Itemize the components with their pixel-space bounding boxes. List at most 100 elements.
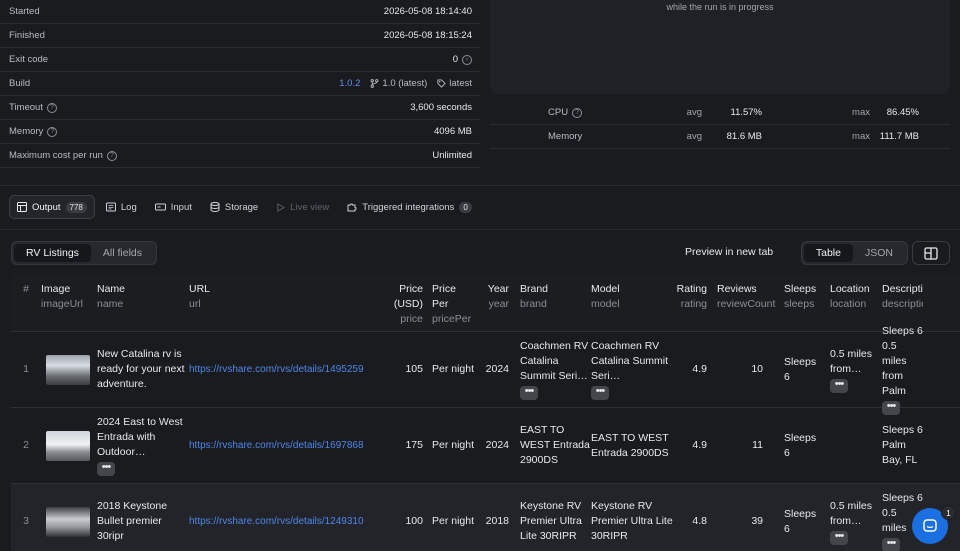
- stat-label: Build: [9, 78, 31, 89]
- preview-in-new-tab-link[interactable]: Preview in new tab: [685, 246, 773, 258]
- build-tag: 1.0 (latest): [370, 78, 427, 89]
- help-icon[interactable]: ?: [572, 107, 583, 118]
- usage-name-wrap: CPU ?: [490, 107, 650, 118]
- model-cell: Coachmen RV Catalina Summit Seri… •••: [591, 339, 673, 400]
- col-header-name[interactable]: Name name: [97, 274, 189, 331]
- stat-build: Build 1.0.2 1.0 (latest) latest: [0, 72, 481, 96]
- location-cell: 0.5 miles from… •••: [818, 347, 873, 393]
- expand-more-button[interactable]: •••: [830, 530, 848, 545]
- table-row[interactable]: 2 2024 East to West Entrada with Outdoor…: [11, 408, 960, 484]
- col-header-url[interactable]: URL url: [189, 274, 391, 331]
- col-header-image[interactable]: Image imageUrl: [41, 274, 97, 331]
- description-cell: Sleeps 6 Palm Bay, FL: [882, 424, 923, 466]
- brand-cell: Keystone RV Premier Ultra Lite 30RIPR: [520, 500, 582, 542]
- view-all-fields-button[interactable]: All fields: [91, 244, 154, 262]
- col-header-reviews[interactable]: Reviews reviewCount: [707, 274, 775, 331]
- panel-message: while the run is in progress: [666, 2, 774, 12]
- col-title: Location: [830, 283, 870, 295]
- col-header-description[interactable]: Description description: [873, 274, 923, 331]
- tab-triggered-integrations[interactable]: Triggered integrations 0: [340, 195, 479, 219]
- col-header-model[interactable]: Model model: [591, 274, 673, 331]
- view-rv-listings-button[interactable]: RV Listings: [14, 244, 91, 262]
- usage-name: Memory: [548, 131, 583, 142]
- stat-value: 0: [452, 54, 458, 65]
- tab-input[interactable]: Input: [148, 195, 199, 219]
- col-header-rating[interactable]: Rating rating: [673, 274, 707, 331]
- listing-url-link[interactable]: https://rvshare.com/rvs/details/1697868: [189, 440, 364, 451]
- description-cell: Sleeps 6 0.5 miles from Palm •••: [873, 324, 923, 415]
- expand-more-button[interactable]: •••: [591, 386, 609, 400]
- stat-value-wrap: 1.0.2 1.0 (latest) latest: [339, 78, 472, 89]
- col-title: Model: [591, 283, 620, 295]
- expand-more-button[interactable]: •••: [830, 378, 848, 393]
- usage-max-label: max: [852, 107, 870, 118]
- col-header-location[interactable]: Location location: [818, 274, 873, 331]
- format-json-button[interactable]: JSON: [853, 244, 905, 262]
- price-cell: 100: [405, 515, 423, 527]
- input-icon: [154, 203, 166, 211]
- col-header-price[interactable]: Price (USD) price: [391, 274, 423, 331]
- stat-timeout: Timeout ? 3,600 seconds: [0, 96, 481, 120]
- col-header-year[interactable]: Year year: [475, 274, 509, 331]
- help-icon[interactable]: ?: [46, 102, 57, 113]
- usage-max-label: max: [852, 131, 870, 142]
- usage-max-value: 86.45%: [886, 107, 919, 118]
- col-title: Reviews: [717, 283, 757, 295]
- tab-storage[interactable]: Storage: [203, 195, 265, 219]
- image-cell: [41, 506, 97, 537]
- expand-more-button[interactable]: •••: [882, 401, 900, 415]
- help-icon[interactable]: ?: [47, 126, 58, 137]
- layout-toggle-button[interactable]: [912, 241, 950, 265]
- table-row[interactable]: 3 2018 Keystone Bullet premier 30ripr ht…: [11, 484, 960, 551]
- expand-more-button[interactable]: •••: [97, 462, 115, 476]
- resource-chart-panel: while the run is in progress: [490, 0, 950, 94]
- table-row[interactable]: 1 New Catalina rv is ready for your next…: [11, 325, 960, 415]
- tab-log[interactable]: Log: [99, 195, 144, 219]
- rv-thumbnail[interactable]: [46, 506, 90, 537]
- build-version-link[interactable]: 1.0.2: [339, 78, 360, 89]
- col-title: Name: [97, 283, 126, 295]
- expand-more-button[interactable]: •••: [520, 386, 538, 400]
- url-cell: https://rvshare.com/rvs/details/1697868: [189, 438, 391, 453]
- col-title: URL: [189, 283, 211, 295]
- location-cell: 0.5 miles from… •••: [818, 499, 873, 545]
- year-cell: 2024: [485, 363, 509, 375]
- format-table-button[interactable]: Table: [803, 244, 853, 262]
- tag-icon: [437, 79, 447, 88]
- name-cell: New Catalina rv is ready for your next a…: [97, 348, 185, 390]
- tab-output[interactable]: Output 778: [9, 195, 95, 219]
- description-text: Sleeps 6 0.5 miles from Palm: [882, 325, 923, 397]
- col-field: location: [830, 298, 867, 310]
- year-cell: 2024: [485, 439, 509, 451]
- col-header-sleeps[interactable]: Sleeps sleeps: [772, 274, 818, 331]
- rv-thumbnail[interactable]: [46, 354, 90, 385]
- rv-thumbnail[interactable]: [46, 430, 90, 461]
- stat-label-wrap: Timeout ?: [9, 102, 57, 113]
- col-title: Brand: [520, 283, 549, 295]
- database-icon: [210, 202, 220, 212]
- price-per-cell: Per night: [432, 515, 475, 527]
- info-icon[interactable]: ›: [462, 54, 472, 65]
- expand-more-button[interactable]: •••: [882, 538, 900, 551]
- year-cell: 2018: [485, 515, 509, 527]
- col-header-index: #: [11, 274, 41, 331]
- stat-started: Started 2026-05-08 18:14:40: [0, 0, 481, 24]
- col-title: Year: [487, 283, 509, 295]
- col-field: sleeps: [784, 298, 815, 310]
- run-stats: Started 2026-05-08 18:14:40 Finished 202…: [0, 0, 481, 168]
- col-header-price-per[interactable]: Price Per pricePer: [423, 274, 475, 331]
- reviews-cell: 11: [752, 439, 763, 451]
- col-header-brand[interactable]: Brand brand: [509, 274, 591, 331]
- usage-row-cpu: CPU ? avg 11.57% max 86.45%: [490, 101, 950, 125]
- listing-url-link[interactable]: https://rvshare.com/rvs/details/1495259: [189, 364, 364, 375]
- name-cell: 2018 Keystone Bullet premier 30ripr: [97, 500, 168, 542]
- url-cell: https://rvshare.com/rvs/details/1495259: [189, 362, 391, 377]
- divider: [0, 229, 960, 230]
- brand-text: Coachmen RV Catalina Summit Seri…: [520, 340, 589, 382]
- col-title: Image: [41, 283, 71, 295]
- tab-label: Log: [120, 201, 137, 213]
- listing-url-link[interactable]: https://rvshare.com/rvs/details/1249310: [189, 516, 364, 527]
- col-field: pricePer: [432, 313, 472, 325]
- help-icon[interactable]: ?: [106, 150, 117, 161]
- row-index: 3: [23, 515, 29, 527]
